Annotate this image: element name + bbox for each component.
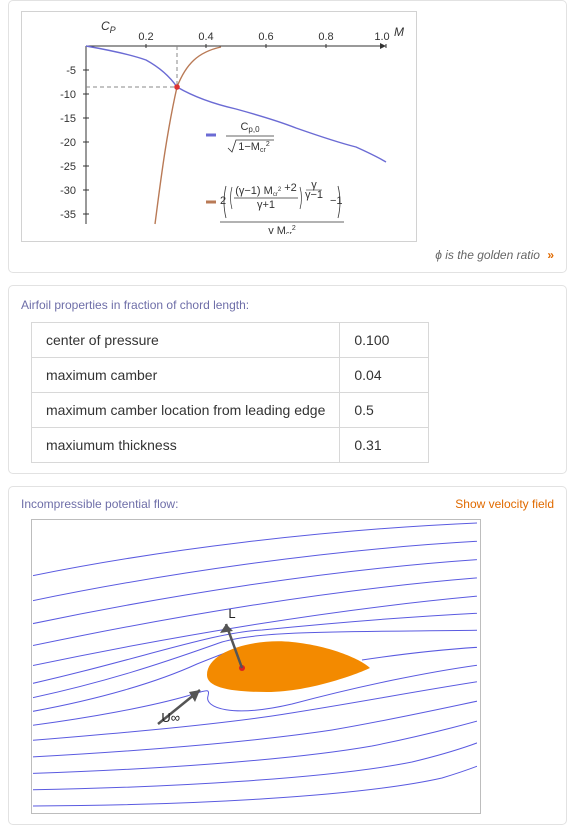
svg-text:γ−1: γ−1 — [305, 189, 323, 201]
prop-value: 0.31 — [340, 428, 429, 463]
prop-value: 0.04 — [340, 358, 429, 393]
prop-label: maximum camber — [32, 358, 340, 393]
svg-text:-20: -20 — [60, 137, 76, 149]
svg-text:0.8: 0.8 — [318, 31, 333, 43]
airfoil-shape — [207, 641, 370, 692]
svg-text:-30: -30 — [60, 185, 76, 197]
svg-text:-25: -25 — [60, 161, 76, 173]
prop-value: 0.100 — [340, 323, 429, 358]
chevron-icon[interactable]: » — [547, 248, 554, 262]
svg-text:γ Mcr2: γ Mcr2 — [268, 225, 296, 234]
svg-text:1−Mcr2: 1−Mcr2 — [238, 141, 270, 154]
svg-text:-35: -35 — [60, 209, 76, 221]
freestream-label: U∞ — [161, 710, 180, 725]
flow-frame: L U∞ — [31, 519, 481, 814]
prop-label: maxiumum thickness — [32, 428, 340, 463]
svg-text:γ+1: γ+1 — [257, 199, 275, 211]
x-axis-label: Mcr — [394, 25, 404, 41]
airfoil-props-card: Airfoil properties in fraction of chord … — [8, 285, 567, 474]
golden-ratio-text: ϕ is the golden ratio — [435, 248, 540, 262]
cp-chart-card: 0.2 0.4 0.6 0.8 1.0 -5 -10 -15 -20 -25 -… — [8, 0, 567, 273]
prop-label: center of pressure — [32, 323, 340, 358]
cp-chart: 0.2 0.4 0.6 0.8 1.0 -5 -10 -15 -20 -25 -… — [26, 16, 404, 234]
svg-text:0.6: 0.6 — [258, 31, 273, 43]
prop-label: maximum camber location from leading edg… — [32, 393, 340, 428]
svg-text:-15: -15 — [60, 113, 76, 125]
svg-text:Cp,0: Cp,0 — [240, 121, 260, 134]
lift-label: L — [228, 606, 235, 621]
series-blue — [86, 46, 386, 162]
svg-text:2: 2 — [220, 195, 226, 207]
golden-ratio-note: ϕ is the golden ratio » — [21, 248, 554, 262]
y-axis-label: CP — [101, 19, 116, 35]
svg-text:-10: -10 — [60, 89, 76, 101]
flow-title: Incompressible potential flow: — [21, 497, 178, 511]
svg-text:-5: -5 — [66, 65, 76, 77]
show-velocity-link[interactable]: Show velocity field — [455, 497, 554, 511]
table-row: maximum camber 0.04 — [32, 358, 429, 393]
airfoil-props-title: Airfoil properties in fraction of chord … — [21, 298, 554, 312]
cp-chart-frame: 0.2 0.4 0.6 0.8 1.0 -5 -10 -15 -20 -25 -… — [21, 11, 417, 242]
flow-card: Incompressible potential flow: Show velo… — [8, 486, 567, 825]
airfoil-props-table: center of pressure 0.100 maximum camber … — [31, 322, 429, 463]
prop-value: 0.5 — [340, 393, 429, 428]
svg-text:(γ−1) Mcr2 +2: (γ−1) Mcr2 +2 — [235, 182, 297, 198]
flow-plot: L U∞ — [32, 520, 478, 810]
svg-text:0.4: 0.4 — [198, 31, 213, 43]
table-row: maximum camber location from leading edg… — [32, 393, 429, 428]
svg-text:1.0: 1.0 — [374, 31, 389, 43]
svg-text:0.2: 0.2 — [138, 31, 153, 43]
svg-text:−1: −1 — [330, 195, 343, 207]
freestream-arrow: U∞ — [158, 690, 200, 725]
intersection-dot — [174, 84, 180, 90]
table-row: maxiumum thickness 0.31 — [32, 428, 429, 463]
table-row: center of pressure 0.100 — [32, 323, 429, 358]
